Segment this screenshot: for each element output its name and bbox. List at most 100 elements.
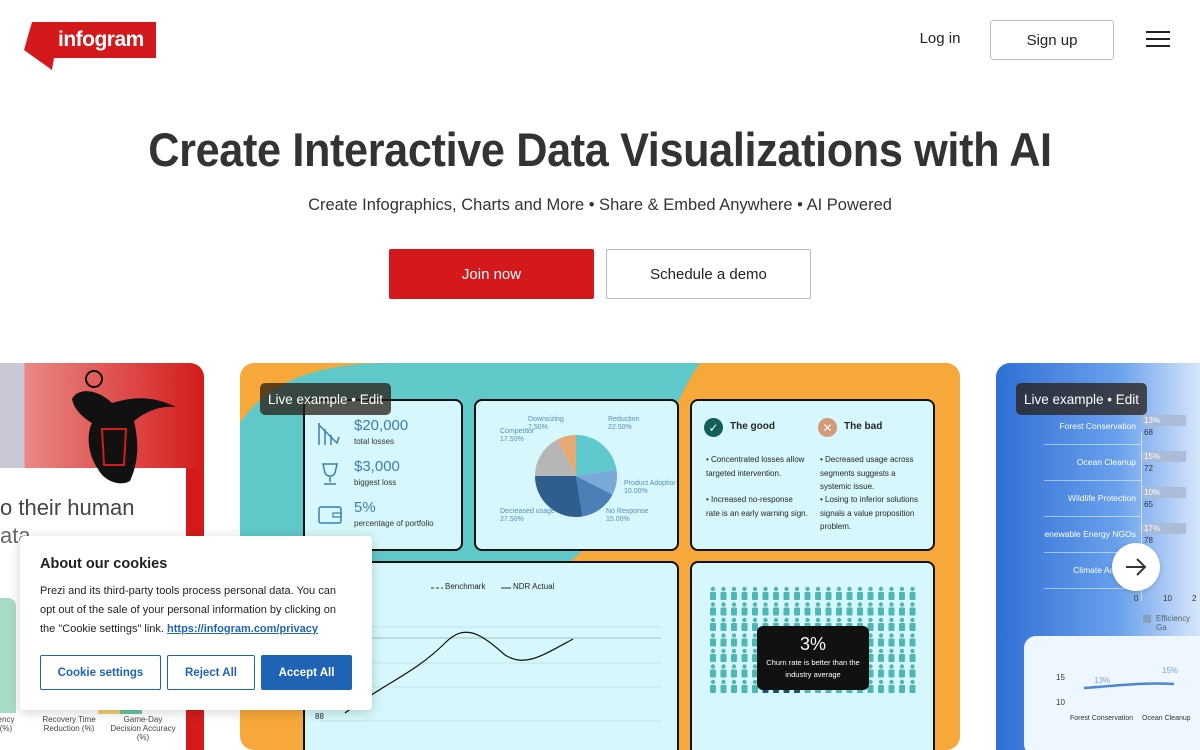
person-icon — [899, 586, 905, 600]
person-icon — [878, 664, 884, 678]
bad-point: • Decreased usage across segments sugges… — [820, 455, 914, 491]
person-icon — [899, 602, 905, 616]
infogram-logo[interactable]: infogram — [24, 22, 156, 72]
row-label: Wildlife Protection — [1067, 493, 1136, 503]
person-icon — [720, 617, 727, 631]
person-icon — [899, 617, 905, 631]
person-icon — [909, 602, 916, 616]
card-left-text-line1: o their human — [0, 495, 135, 520]
signup-button[interactable]: Sign up — [990, 20, 1114, 60]
person-icon — [888, 648, 895, 662]
person-icon — [741, 633, 748, 647]
person-icon — [731, 648, 737, 662]
person-icon — [762, 602, 769, 616]
pie-slice — [576, 435, 617, 476]
live-example-edit-link[interactable]: Live example • Edit — [260, 383, 392, 415]
mini-x-label: Forest Conservation — [1070, 715, 1134, 722]
carousel-next-arrow-icon[interactable] — [1112, 543, 1160, 591]
good-title: The good — [730, 421, 775, 432]
pie-slice-label: Competitor — [500, 428, 535, 435]
person-icon — [899, 648, 905, 662]
cookie-title: About our cookies — [40, 556, 168, 572]
person-icon — [899, 664, 905, 678]
row-value: 72 — [1144, 464, 1153, 473]
person-icon — [878, 633, 884, 647]
person-icon — [846, 586, 853, 600]
person-icon — [741, 586, 748, 600]
legend-swatch — [1143, 615, 1151, 623]
person-icon — [773, 602, 779, 616]
person-icon — [846, 602, 853, 616]
axis-label: Game-Day Decision Accuracy (%) — [110, 715, 176, 742]
axis-label: Recovery Time Reduction (%) — [42, 715, 96, 733]
pie-slice-pct: 17.50% — [500, 436, 524, 443]
person-icon — [878, 679, 884, 693]
login-link[interactable]: Log in — [912, 30, 968, 50]
row-divider — [1044, 444, 1141, 445]
live-example-edit-link[interactable]: Live example • Edit — [1016, 383, 1148, 415]
row-label: Forest Conservation — [1059, 421, 1136, 431]
row-value: 68 — [1144, 428, 1153, 437]
person-icon — [710, 633, 716, 647]
person-icon — [909, 633, 916, 647]
stats-panel: $20,000 total losses $3,000 biggest loss… — [303, 399, 463, 551]
stat-value: $20,000 — [354, 417, 409, 434]
person-icon — [720, 648, 727, 662]
person-icon — [731, 586, 737, 600]
cookie-settings-button[interactable]: Cookie settings — [40, 655, 161, 690]
logo-text: infogram — [58, 28, 144, 51]
row-label: Ocean Cleanup — [1076, 457, 1136, 467]
cookie-body: Prezi and its third-party tools process … — [40, 585, 336, 635]
person-icon — [710, 586, 716, 600]
mini-y-tick: 15 — [1056, 673, 1065, 682]
person-icon — [909, 664, 916, 678]
person-icon — [741, 602, 748, 616]
person-icon — [710, 648, 716, 662]
row-pct: 15% — [1144, 452, 1161, 461]
person-icon — [720, 633, 727, 647]
person-icon — [888, 633, 895, 647]
person-icon — [825, 586, 832, 600]
person-icon — [752, 586, 758, 600]
row-pct: 10% — [1144, 488, 1161, 497]
carousel-card-right[interactable]: Forest Conservation 13% 68 Ocean Cleanup 15%… — [996, 363, 1200, 750]
bar-green — [0, 598, 16, 713]
person-icon — [741, 664, 748, 678]
person-icon — [710, 617, 716, 631]
stat-label: percentage of portfolio — [354, 519, 434, 528]
person-icon — [836, 602, 842, 616]
accept-all-button[interactable]: Accept All — [261, 655, 352, 690]
x-icon: ✕ — [818, 418, 837, 437]
wallet-icon — [318, 506, 342, 524]
person-icon — [825, 602, 832, 616]
pie-chart: Downsizing7.50%Reduction22.50%Product Ad… — [500, 416, 676, 523]
person-icon — [909, 679, 916, 693]
menu-icon[interactable] — [1146, 31, 1172, 49]
person-icon — [731, 633, 737, 647]
bad-point: • Losing to inferior solutions signals a… — [820, 495, 918, 531]
stat-label: total losses — [354, 437, 395, 446]
person-icon — [710, 679, 716, 693]
privacy-link[interactable]: https://infogram.com/privacy — [167, 623, 318, 635]
trophy-icon — [322, 463, 338, 485]
person-icon — [888, 664, 895, 678]
join-now-button[interactable]: Join now — [389, 249, 594, 299]
mini-chart-panel: 15 10 13% 15% Forest Conservation Ocean … — [1024, 636, 1200, 750]
stat-value: 5% — [354, 499, 376, 516]
person-icon — [720, 602, 727, 616]
person-icon — [783, 586, 790, 600]
schedule-demo-button[interactable]: Schedule a demo — [606, 249, 811, 299]
pie-slice-pct: 10.00% — [624, 488, 648, 495]
person-icon — [731, 679, 737, 693]
reject-all-button[interactable]: Reject All — [167, 655, 255, 690]
person-icon — [878, 602, 884, 616]
person-icon — [909, 617, 916, 631]
person-icon — [857, 586, 863, 600]
person-icon — [815, 586, 821, 600]
pie-slice-pct: 22.50% — [608, 424, 632, 431]
stat-value: $3,000 — [354, 458, 400, 475]
person-icon — [741, 679, 748, 693]
stat-label: biggest loss — [354, 478, 397, 487]
person-icon — [731, 617, 737, 631]
person-icon — [773, 586, 779, 600]
